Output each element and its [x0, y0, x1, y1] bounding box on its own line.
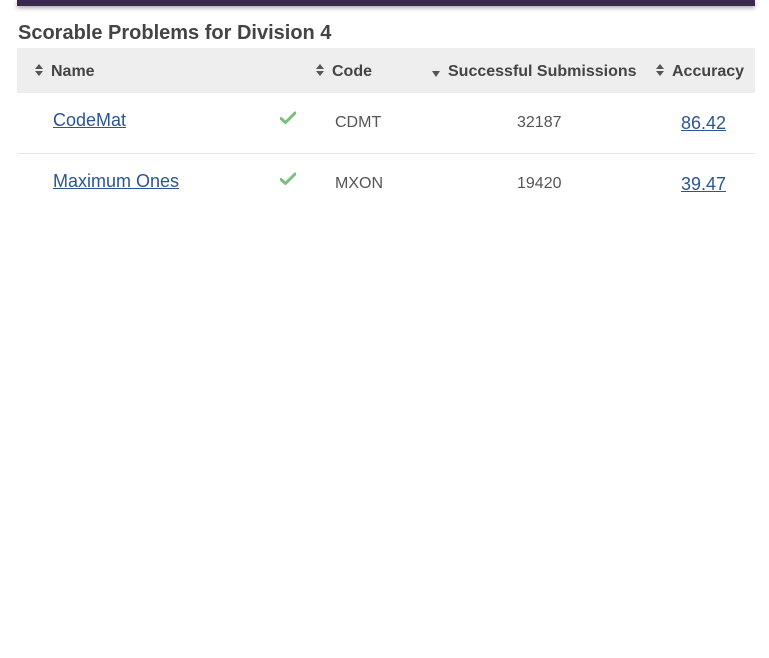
accuracy-link[interactable]: 39.47 [681, 174, 726, 195]
column-label-name: Name [51, 63, 95, 80]
table-row: Maximum Ones MXON 19420 39.47 [17, 154, 755, 214]
column-label-code: Code [332, 63, 372, 80]
accuracy-link[interactable]: 86.42 [681, 113, 726, 134]
problem-name-link[interactable]: CodeMat [53, 110, 126, 131]
table-header: Name Code Successful Submissions Accurac… [17, 48, 755, 93]
sort-desc-icon [432, 70, 440, 78]
column-label-submissions: Successful Submissions [448, 63, 637, 80]
sort-both-icon [656, 63, 664, 76]
table-row: CodeMat CDMT 32187 86.42 [17, 93, 755, 154]
problem-name-link[interactable]: Maximum Ones [53, 171, 179, 192]
column-header-code[interactable]: Code [316, 48, 372, 93]
page-title: Scorable Problems for Division 4 [18, 22, 332, 44]
sort-both-icon [316, 63, 324, 76]
successful-submissions: 19420 [517, 175, 562, 192]
column-header-name[interactable]: Name [35, 48, 95, 93]
column-header-accuracy[interactable]: Accuracy [656, 48, 744, 93]
check-icon [279, 172, 297, 191]
column-header-submissions[interactable]: Successful Submissions [432, 48, 637, 93]
top-bar [17, 0, 755, 6]
problem-code: MXON [335, 175, 383, 192]
problems-table: Name Code Successful Submissions Accurac… [17, 48, 755, 214]
check-icon [279, 111, 297, 130]
successful-submissions: 32187 [517, 114, 562, 131]
column-label-accuracy: Accuracy [672, 63, 745, 80]
sort-both-icon [35, 63, 43, 76]
problem-code: CDMT [335, 114, 382, 131]
